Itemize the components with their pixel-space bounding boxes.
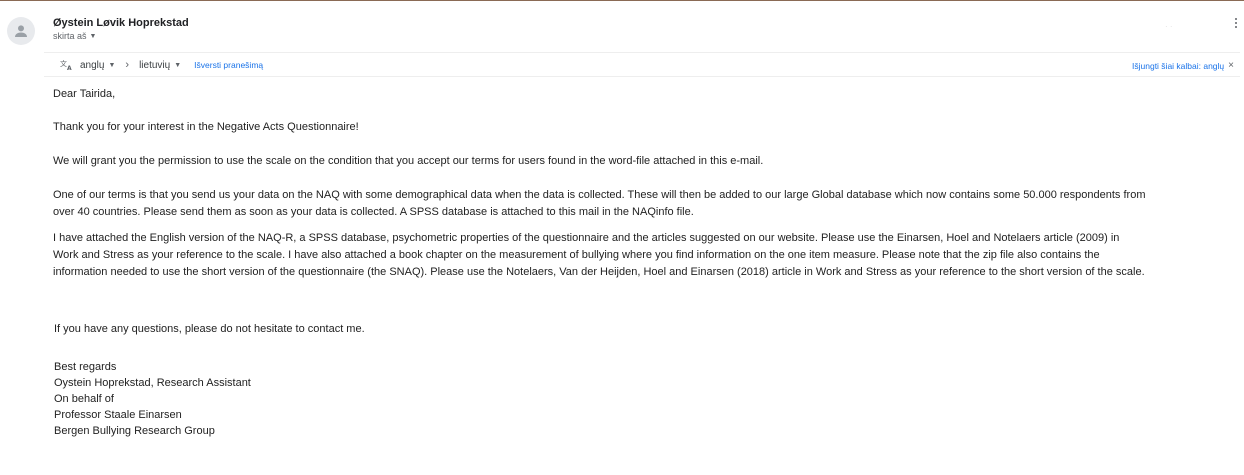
translate-message-link[interactable]: Išversti pranešimą <box>194 60 263 70</box>
faint-mark: · · <box>1165 22 1173 31</box>
person-icon <box>15 25 27 37</box>
signature-line: Best regards <box>54 361 117 373</box>
body-paragraph: One of our terms is that you send us you… <box>53 187 1146 221</box>
sender-name: Øystein Løvik Hoprekstad <box>53 17 189 29</box>
recipient-label: skirta aš <box>53 31 87 41</box>
body-line: One of our terms is that you send us you… <box>53 189 1146 201</box>
top-divider <box>0 0 1244 1</box>
disable-translation-link[interactable]: Išjungti šiai kalbai: anglų <box>1132 61 1224 71</box>
source-language-select[interactable]: anglų ▼ <box>80 60 115 71</box>
signature-line: Oystein Hoprekstad, Research Assistant <box>54 377 251 389</box>
chevron-right-icon: › <box>125 59 130 71</box>
signature-line: Bergen Bullying Research Group <box>54 425 215 437</box>
body-paragraph: I have attached the English version of t… <box>53 230 1145 281</box>
chevron-down-icon: ▼ <box>174 61 182 69</box>
close-icon[interactable]: × <box>1228 60 1234 71</box>
translate-icon: 文 A <box>60 59 74 71</box>
sender-avatar[interactable] <box>7 17 35 45</box>
target-language-label: lietuvių <box>139 59 171 71</box>
chevron-down-icon: ▼ <box>108 61 116 69</box>
body-line: Work and Stress as your reference to the… <box>53 249 1100 261</box>
body-line: over 40 countries. Please send them as s… <box>53 206 694 218</box>
body-paragraph: Thank you for your interest in the Negat… <box>53 121 359 133</box>
svg-text:A: A <box>67 65 72 71</box>
more-vert-icon[interactable] <box>1232 16 1240 30</box>
body-line: information needed to use the short vers… <box>53 266 1145 278</box>
target-language-select[interactable]: lietuvių ▼ <box>139 60 181 71</box>
body-line: I have attached the English version of t… <box>53 232 1120 244</box>
chevron-down-icon[interactable]: ▼ <box>90 33 97 40</box>
body-paragraph: We will grant you the permission to use … <box>53 155 764 167</box>
recipient-line[interactable]: skirta aš ▼ <box>53 31 96 41</box>
body-paragraph: If you have any questions, please do not… <box>54 323 365 335</box>
signature-line: On behalf of <box>54 393 114 405</box>
svg-text:文: 文 <box>60 59 67 68</box>
greeting: Dear Tairida, <box>53 88 116 100</box>
translation-bar: 文 A anglų ▼ › lietuvių ▼ Išversti praneš… <box>44 52 1240 77</box>
signature-line: Professor Staale Einarsen <box>54 409 182 421</box>
signature: Best regards Oystein Hoprekstad, Researc… <box>54 359 251 439</box>
source-language-label: anglų <box>80 59 105 71</box>
